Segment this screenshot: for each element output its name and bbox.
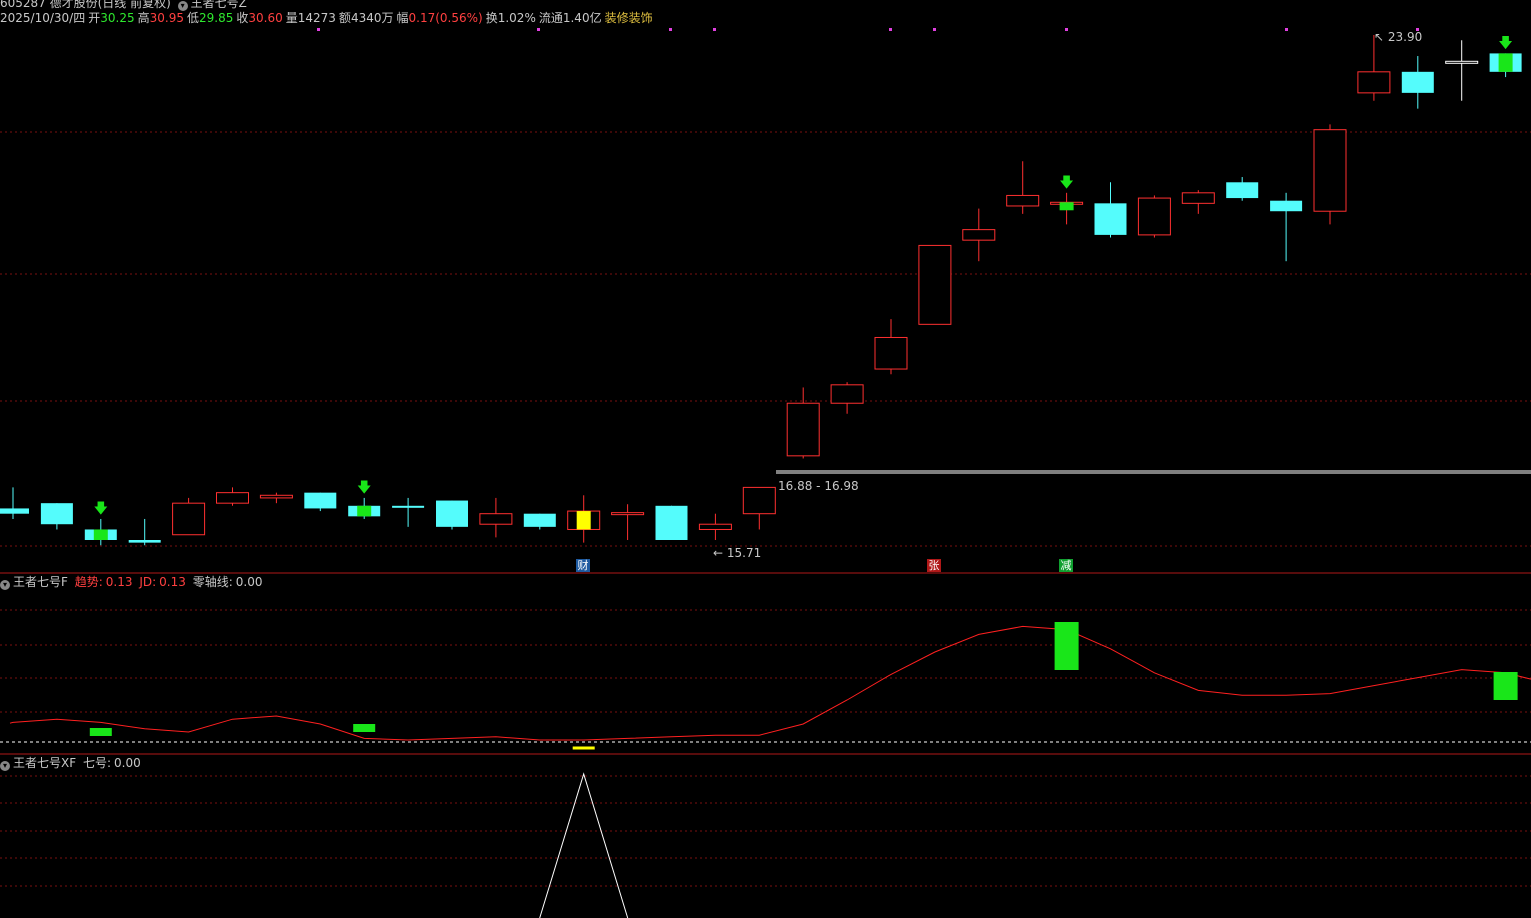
signal-bar: [576, 511, 591, 530]
trend-panel: [0, 622, 1531, 750]
candles[interactable]: 🡇 🡇 🡇 🡇: [0, 35, 1531, 546]
signal-bar: [353, 724, 376, 732]
candle-body: [259, 494, 293, 499]
candle-body: [611, 512, 645, 516]
candle-body: [918, 244, 952, 325]
candle-body: [1006, 194, 1040, 207]
min-price-label: ← 15.71: [713, 546, 761, 560]
candle-body: [436, 500, 468, 527]
candle-body: [1094, 203, 1127, 235]
candle-body: [1445, 60, 1479, 64]
event-marker[interactable]: 减: [1059, 559, 1073, 572]
signal-dot: [933, 28, 936, 31]
candle-body: [874, 336, 908, 370]
range-bar: [776, 470, 1531, 474]
grid-lines: [0, 28, 1531, 887]
candle-body: [1313, 129, 1347, 212]
signal-bar: [1498, 53, 1513, 72]
signal-dot: [317, 28, 320, 31]
candle-body: [392, 505, 425, 508]
candle-body: [830, 384, 864, 404]
candle-body: [304, 492, 337, 509]
max-price-label: ↖ 23.90: [1374, 30, 1422, 44]
candle-body: [742, 486, 776, 515]
candle-body: [216, 492, 249, 504]
signal-bar: [1059, 202, 1074, 211]
candle-body: [962, 229, 996, 241]
candle-body: [172, 502, 206, 536]
candle-body: [698, 523, 732, 530]
signal-bar: [89, 728, 112, 736]
candle-body: [0, 508, 29, 514]
candle-body: [1137, 197, 1171, 236]
signal-dot: [889, 28, 892, 31]
arrow-down-icon: 🡇: [1059, 175, 1073, 191]
candle-body: [1401, 71, 1434, 93]
signal-bar: [1054, 622, 1079, 670]
event-marker[interactable]: 张: [927, 559, 941, 572]
signal-dot: [537, 28, 540, 31]
xf-panel: [539, 772, 629, 918]
candle-body: [1357, 71, 1391, 94]
signal-dot: [1285, 28, 1288, 31]
candle-body: [1226, 182, 1259, 199]
candle-body: [479, 513, 513, 525]
signal-bar: [357, 505, 372, 517]
candle-body: [523, 513, 556, 527]
trend-line: [9, 625, 1531, 741]
candle-body: [786, 402, 820, 457]
arrow-down-icon: 🡇: [357, 480, 371, 496]
candle-body: [128, 540, 161, 543]
candle-body: [40, 503, 73, 525]
signal-dot: [1065, 28, 1068, 31]
candle-body: [1181, 192, 1215, 204]
event-marker[interactable]: 财: [576, 559, 590, 572]
signal-bar: [1493, 672, 1518, 700]
signal-bar: [572, 746, 595, 750]
candle-body: [655, 505, 688, 540]
signal-dot: [713, 28, 716, 31]
xf-spike-line: [539, 772, 629, 918]
arrow-down-icon: 🡇: [1498, 35, 1512, 51]
range-label: 16.88 - 16.98: [778, 479, 859, 493]
arrow-down-icon: 🡇: [94, 501, 108, 517]
kline-chart[interactable]: 🡇 🡇 🡇 🡇 ↖ 23.90 ← 15.71 16.88 - 16.98: [0, 0, 1531, 918]
signal-dot: [669, 28, 672, 31]
signal-bar: [93, 529, 108, 540]
candle-body: [1270, 200, 1303, 212]
